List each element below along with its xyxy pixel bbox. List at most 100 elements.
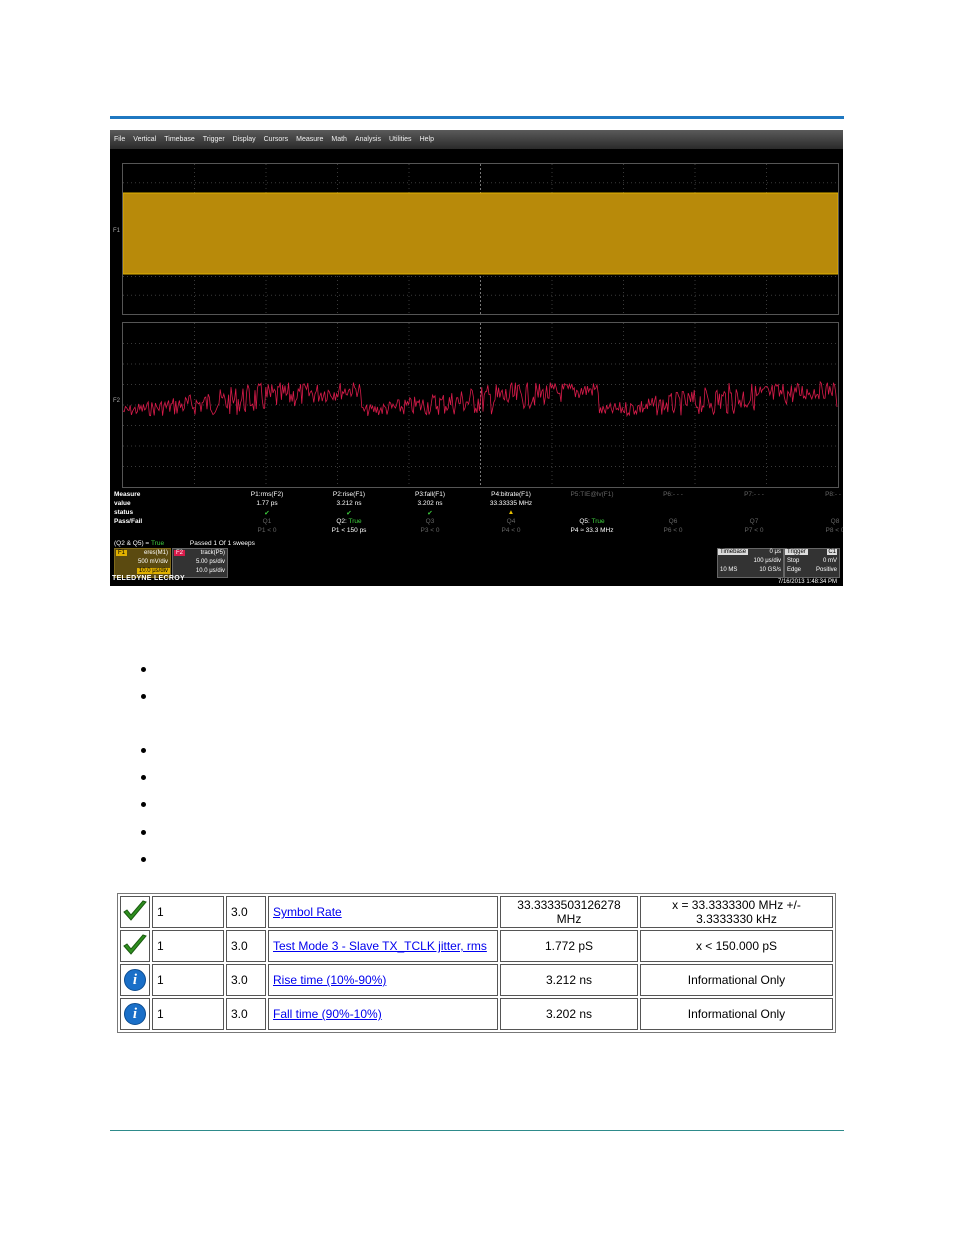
f2-descriptor[interactable]: F2 track(P5) 5.00 ps/div 10.0 μs/div — [172, 548, 228, 578]
check-icon — [123, 933, 147, 955]
footer-rule — [110, 1130, 844, 1131]
iteration-value-cell: 1 — [152, 896, 224, 928]
trigger-type: Edge — [787, 567, 802, 573]
qualifier-condition: P3 < 0 — [420, 527, 440, 534]
iteration-value: 1 — [157, 939, 164, 953]
version-value-cell: 3.0 — [226, 896, 266, 928]
version-value: 3.0 — [231, 905, 248, 919]
bullet-icon — [141, 748, 146, 753]
measured-value-cell: 1.772 pS — [500, 930, 638, 962]
menu-item-trigger[interactable]: Trigger — [199, 136, 229, 143]
menu-item-math[interactable]: Math — [327, 136, 351, 143]
menu-item-vertical[interactable]: Vertical — [129, 136, 160, 143]
param-name: P2:rise(F1) — [332, 491, 366, 498]
summary-expr: (Q2 & Q5) = — [114, 540, 150, 547]
menu-item-help[interactable]: Help — [416, 136, 438, 143]
param-name: P3:fall(F1) — [415, 491, 445, 498]
trigger-channel: C1 — [827, 549, 837, 555]
measured-value: 1.772 pS — [544, 939, 594, 953]
measure-row-label: status — [114, 509, 134, 516]
test-name-link[interactable]: Symbol Rate — [273, 905, 342, 919]
f1-descriptor[interactable]: F1 eres(M1) 500 mV/div 10.0 μs/div — [114, 548, 171, 578]
test-name-link-cell: Symbol Rate — [268, 896, 498, 928]
measured-value-cell: 33.3333503126278 MHz — [500, 896, 638, 928]
iteration-value: 1 — [157, 905, 164, 919]
scope-status-panel: (Q2 & Q5) = True Passed 1 Of 1 sweeps F1… — [114, 540, 840, 586]
f2-vdiv: 5.00 ps/div — [195, 559, 225, 565]
sample-count: 10 MS — [720, 567, 738, 573]
f1-trace-band — [123, 192, 838, 275]
qualifier-condition: P8 < 0 — [825, 527, 843, 534]
trigger-slope: Positive — [815, 567, 837, 573]
f2-axis-label: F2 — [113, 398, 121, 404]
measured-value: 3.212 ns — [545, 973, 593, 987]
spec-limit-cell: Informational Only — [640, 964, 833, 996]
spec-limit: Informational Only — [687, 973, 786, 987]
spec-limit: x = 33.3333300 MHz +/- 3.3333330 kHz — [672, 898, 801, 926]
iteration-value: 1 — [157, 973, 164, 987]
f2-tdiv: 10.0 μs/div — [195, 568, 225, 574]
menu-item-file[interactable]: File — [110, 136, 129, 143]
iteration-value-cell: 1 — [152, 964, 224, 996]
measured-value-cell: 3.212 ns — [500, 964, 638, 996]
result-icon-cell — [120, 896, 150, 928]
info-icon: i — [124, 969, 146, 991]
param-value: 33.33335 MHz — [489, 500, 533, 507]
qualifier-name: Q5: — [579, 518, 590, 525]
param-name: P5:TIE@lv(F1) — [570, 491, 614, 498]
qualifier-label: Q6 — [668, 518, 678, 525]
menu-item-utilities[interactable]: Utilities — [385, 136, 416, 143]
teledyne-lecroy-logo: TELEDYNE LECROY — [112, 575, 185, 582]
trigger-level: 0 mV — [822, 558, 837, 564]
version-value: 3.0 — [231, 939, 248, 953]
table-row: i 1 3.0 Fall time (90%-10%) 3.202 ns Informat… — [120, 998, 833, 1030]
bullet-icon — [141, 830, 146, 835]
qualifier-result: True — [348, 518, 362, 525]
param-name: P4:bitrate(F1) — [491, 491, 531, 498]
scope-timestamp: 7/16/2013 1:48:34 PM — [777, 579, 837, 585]
param-status-icon: ✔ — [264, 510, 270, 517]
qualifier-label: Q5: True — [579, 518, 604, 525]
param-value: 1.77 ps — [256, 500, 278, 507]
f1-function: eres(M1) — [143, 550, 168, 556]
channel-f1-grid — [122, 163, 839, 315]
iteration-value-cell: 1 — [152, 930, 224, 962]
trigger-descriptor[interactable]: Trigger C1 Stop 0 mV Edge Positive — [784, 548, 840, 578]
version-value-cell: 3.0 — [226, 964, 266, 996]
param-status-icon: ✔ — [427, 510, 433, 517]
menu-item-measure[interactable]: Measure — [292, 136, 327, 143]
channel-f2-grid — [122, 322, 839, 488]
measure-row-label: Measure — [114, 491, 141, 498]
timebase-descriptor[interactable]: Timebase 0 μs 100 μs/div 10 MS 10 GS/s — [717, 548, 784, 578]
measured-value-cell: 3.202 ns — [500, 998, 638, 1030]
version-value: 3.0 — [231, 1007, 248, 1021]
qualifier-condition: P6 < 0 — [663, 527, 683, 534]
scope-menubar: File Vertical Timebase Trigger Display Cursor… — [110, 130, 843, 149]
menu-item-cursors[interactable]: Cursors — [260, 136, 293, 143]
version-value-cell: 3.0 — [226, 930, 266, 962]
oscilloscope-screenshot: File Vertical Timebase Trigger Display Cursor… — [110, 130, 843, 586]
test-name-link-cell: Fall time (90%-10%) — [268, 998, 498, 1030]
bullet-icon — [141, 857, 146, 862]
bullet-icon — [141, 802, 146, 807]
results-table: 1 3.0 Symbol Rate 33.3333503126278 MHz x = 3… — [117, 893, 836, 1033]
spec-limit-cell: x < 150.000 pS — [640, 930, 833, 962]
test-name-link[interactable]: Test Mode 3 - Slave TX_TCLK jitter, rms — [273, 939, 487, 953]
param-name: P8:- - - — [825, 491, 843, 498]
param-value: 3.212 ns — [336, 500, 362, 507]
timebase-delay: 0 μs — [769, 549, 781, 555]
f1-tdiv: 10.0 μs/div — [136, 568, 170, 574]
spec-limit-cell: x = 33.3333300 MHz +/- 3.3333330 kHz — [640, 896, 833, 928]
trigger-mode: Stop — [787, 558, 800, 564]
header-rule — [110, 116, 844, 119]
menu-item-analysis[interactable]: Analysis — [351, 136, 385, 143]
param-name: P7:- - - — [744, 491, 764, 498]
table-row: 1 3.0 Test Mode 3 - Slave TX_TCLK jitter, … — [120, 930, 833, 962]
menu-item-timebase[interactable]: Timebase — [160, 136, 198, 143]
timebase-label: Timebase — [718, 549, 749, 555]
test-name-link[interactable]: Fall time (90%-10%) — [273, 1007, 382, 1021]
menu-item-display[interactable]: Display — [229, 136, 260, 143]
iteration-value: 1 — [157, 1007, 164, 1021]
test-name-link-cell: Test Mode 3 - Slave TX_TCLK jitter, rms — [268, 930, 498, 962]
test-name-link[interactable]: Rise time (10%-90%) — [273, 973, 386, 987]
